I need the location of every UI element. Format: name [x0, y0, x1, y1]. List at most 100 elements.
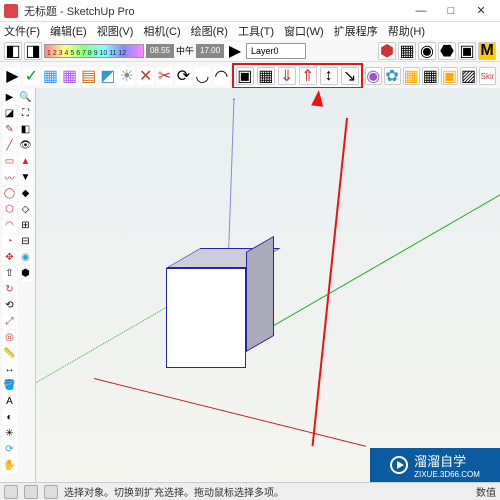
layer-selector[interactable]: Layer0 — [246, 43, 306, 59]
section-tool[interactable]: ◧ — [18, 122, 33, 137]
highlight-tool-6[interactable]: ↘ — [341, 67, 359, 85]
maximize-button[interactable]: □ — [436, 1, 466, 21]
sun-icon[interactable]: ☀ — [118, 67, 135, 85]
status-value-label: 数值 — [476, 484, 496, 499]
tool-btn[interactable]: ◧ — [4, 42, 22, 60]
tool-icon[interactable]: ◠ — [213, 67, 230, 85]
offset-tool[interactable]: ◎ — [2, 330, 17, 345]
arc-tool[interactable]: ◠ — [2, 218, 17, 233]
status-icon-1[interactable] — [4, 485, 18, 499]
highlight-tool-1[interactable]: ▣ — [236, 67, 254, 85]
app-icon — [4, 4, 18, 18]
tool-icon[interactable]: ⟳ — [175, 67, 192, 85]
line-tool[interactable]: ╱ — [2, 138, 17, 153]
tool-btn[interactable]: ◉ — [365, 67, 382, 85]
select-tool[interactable]: ▶ — [2, 90, 17, 105]
menubar: 文件(F) 编辑(E) 视图(V) 相机(C) 绘图(R) 工具(T) 窗口(W… — [0, 22, 500, 40]
menu-help[interactable]: 帮助(H) — [388, 23, 425, 39]
tool-icon[interactable]: ✕ — [137, 67, 154, 85]
axes-tool[interactable]: ✳ — [2, 426, 17, 441]
push-tool[interactable]: ⇧ — [2, 266, 17, 281]
zoom-tool[interactable]: 🔍 — [18, 90, 33, 105]
tool[interactable]: ▼ — [18, 170, 33, 185]
menu-extensions[interactable]: 扩展程序 — [334, 23, 378, 39]
tool[interactable]: ⬢ — [18, 266, 33, 281]
highlight-tool-2[interactable]: ▦ — [257, 67, 275, 85]
text-tool[interactable]: A — [2, 394, 17, 409]
tool-icon[interactable]: ✂ — [156, 67, 173, 85]
select-icon[interactable]: ▶ — [4, 67, 21, 85]
cube-icon[interactable]: ▦ — [61, 67, 78, 85]
pie-tool[interactable]: ◔ — [2, 234, 17, 249]
menu-tools[interactable]: 工具(T) — [238, 23, 274, 39]
pencil-tool[interactable]: ✎ — [2, 122, 17, 137]
layers-icon[interactable]: ▤ — [80, 67, 97, 85]
status-hint: 选择对象。切换到扩充选择。拖动鼠标选择多项。 — [64, 484, 284, 499]
circle-tool[interactable]: ◯ — [2, 186, 17, 201]
tool-btn[interactable]: ▣ — [441, 67, 458, 85]
paint-tool[interactable]: 🪣 — [2, 378, 17, 393]
tool[interactable]: ◪ — [2, 106, 17, 121]
dimension-tool[interactable]: ↔ — [2, 362, 17, 377]
box-icon[interactable]: ▦ — [42, 67, 59, 85]
tool-btn[interactable]: ⬢ — [378, 42, 396, 60]
watermark-brand: 溜溜自学 — [414, 451, 480, 470]
highlight-tool-5[interactable]: ↕ — [320, 67, 338, 85]
walk-tool[interactable]: 👁 — [18, 138, 33, 153]
menu-window[interactable]: 窗口(W) — [284, 23, 324, 39]
watermark-url: ZIXUE.3D66.COM — [414, 470, 480, 479]
status-icon-3[interactable] — [44, 485, 58, 499]
tool-btn[interactable]: ▦ — [398, 42, 416, 60]
color-gradient[interactable]: 1 2 3 4 5 6 7 8 9 10 11 12 — [44, 44, 144, 58]
cutter-icon[interactable]: ◩ — [99, 67, 116, 85]
tool-btn[interactable]: Skir — [479, 67, 496, 85]
axis-red — [94, 378, 366, 447]
menu-camera[interactable]: 相机(C) — [143, 23, 180, 39]
tool-btn[interactable]: ◨ — [24, 42, 42, 60]
orbit-tool[interactable]: ⟳ — [2, 442, 17, 457]
time-display-1: 08.55 — [146, 44, 174, 58]
menu-draw[interactable]: 绘图(R) — [191, 23, 228, 39]
annotation-arrow-head — [311, 89, 325, 106]
left-toolbar: ▶ ◪ ✎ ╱ ▭ 〰 ◯ ⬡ ◠ ◔ ✥ ⇧ ↻ ⟲ ⤢ ◎ 📏 ↔ 🪣 A … — [0, 88, 36, 482]
highlight-tool-3[interactable]: ⇓ — [278, 67, 296, 85]
highlight-tool-4[interactable]: ⇑ — [299, 67, 317, 85]
tool-btn[interactable]: ▦ — [422, 67, 439, 85]
warehouse-icon[interactable]: M — [478, 42, 496, 60]
tool-btn[interactable]: ✿ — [384, 67, 401, 85]
menu-edit[interactable]: 编辑(E) — [50, 23, 87, 39]
tool[interactable]: ◆ — [18, 186, 33, 201]
tool[interactable]: ▲ — [18, 154, 33, 169]
tool-btn[interactable]: ▨ — [460, 67, 477, 85]
close-button[interactable]: ✕ — [466, 1, 496, 21]
move-tool[interactable]: ✥ — [2, 250, 17, 265]
menu-file[interactable]: 文件(F) — [4, 23, 40, 39]
tool-btn[interactable]: ◉ — [418, 42, 436, 60]
tool-icon[interactable]: ◡ — [194, 67, 211, 85]
tool-btn[interactable]: ▦ — [403, 67, 420, 85]
minimize-button[interactable]: — — [406, 1, 436, 21]
toolbar-row-2: ▶ ✓ ▦ ▦ ▤ ◩ ☀ ✕ ✂ ⟳ ◡ ◠ ▣ ▦ ⇓ ⇑ ↕ ↘ ◉ ✿ … — [0, 62, 500, 91]
follow-tool[interactable]: ⟲ — [2, 298, 17, 313]
scale-tool[interactable]: ⤢ — [2, 314, 17, 329]
zoom-extents-tool[interactable]: ⛶ — [18, 106, 33, 121]
viewport-3d[interactable] — [36, 88, 500, 482]
menu-view[interactable]: 视图(V) — [97, 23, 134, 39]
tool[interactable]: ◇ — [18, 202, 33, 217]
lock-icon[interactable]: ✓ — [23, 67, 40, 85]
tool-btn[interactable]: ▣ — [458, 42, 476, 60]
protractor-tool[interactable]: ◐ — [2, 410, 17, 425]
pan-tool[interactable]: ✋ — [2, 458, 17, 473]
freehand-tool[interactable]: 〰 — [2, 170, 17, 185]
tape-tool[interactable]: 📏 — [2, 346, 17, 361]
rect-tool[interactable]: ▭ — [2, 154, 17, 169]
rotate-tool[interactable]: ↻ — [2, 282, 17, 297]
tool[interactable]: ⊟ — [18, 234, 33, 249]
select-icon[interactable]: ▶ — [226, 42, 244, 60]
status-icon-2[interactable] — [24, 485, 38, 499]
box-side-face — [246, 236, 274, 352]
tool[interactable]: ⊞ — [18, 218, 33, 233]
tool[interactable]: ◉ — [18, 250, 33, 265]
tool-btn[interactable]: ⬣ — [438, 42, 456, 60]
polygon-tool[interactable]: ⬡ — [2, 202, 17, 217]
